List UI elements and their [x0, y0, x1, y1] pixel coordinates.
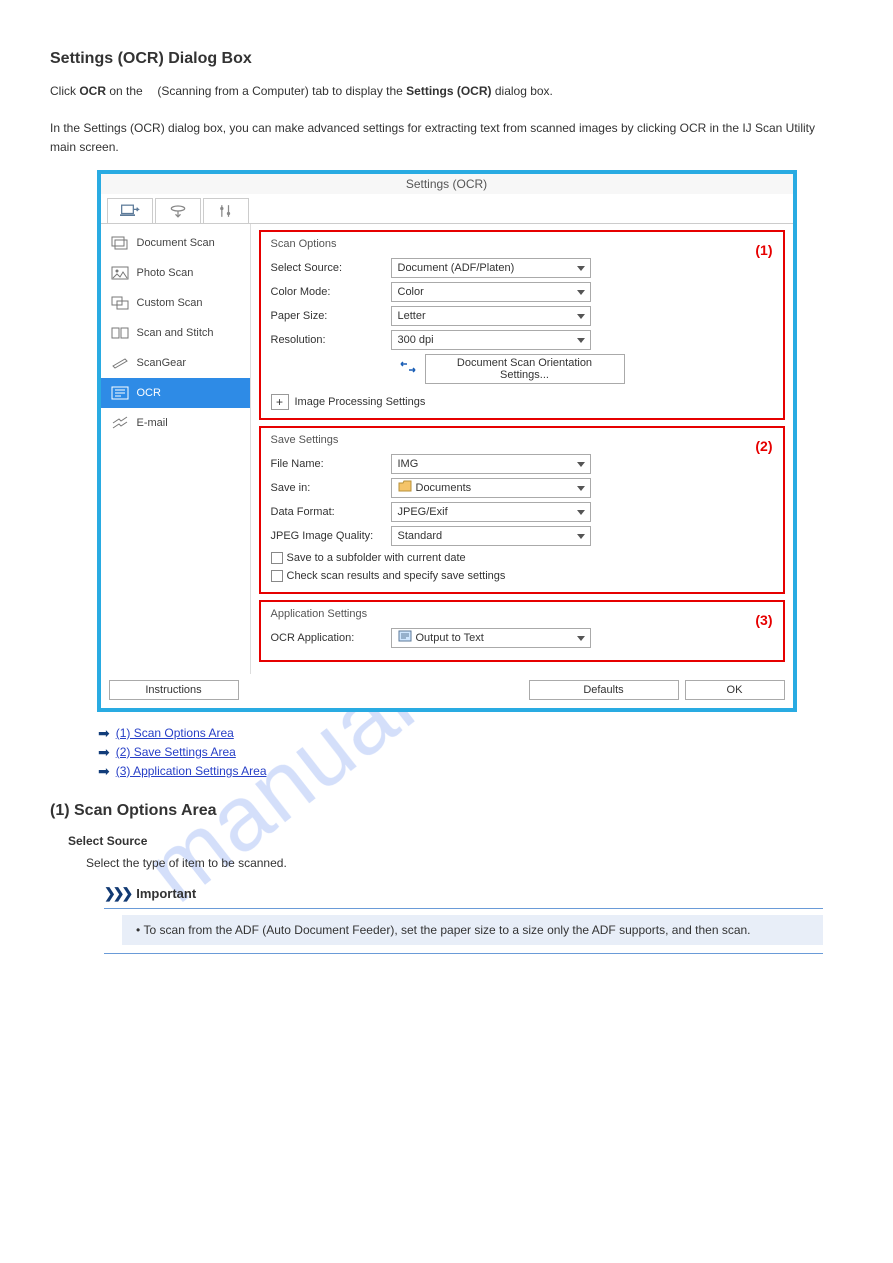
filename-combo[interactable]: IMG: [391, 454, 591, 474]
document-icon: [111, 236, 129, 250]
select-source-heading: Select Source: [68, 834, 843, 848]
intro-text-1a: Click OCR on the: [50, 82, 146, 101]
image-processing-label: Image Processing Settings: [295, 396, 426, 408]
important-note: • To scan from the ADF (Auto Document Fe…: [122, 915, 823, 945]
select-source-combo[interactable]: Document (ADF/Platen): [391, 258, 591, 278]
scan-options-legend: Scan Options: [271, 238, 773, 250]
ok-button[interactable]: OK: [685, 680, 785, 700]
section-links: ➡ (1) Scan Options Area ➡ (2) Save Setting…: [98, 726, 843, 778]
sidebar-item-label: E-mail: [137, 417, 168, 429]
ocr-application-combo[interactable]: Output to Text: [391, 628, 591, 648]
color-mode-label: Color Mode:: [271, 286, 391, 298]
text-app-icon: [398, 630, 412, 645]
sidebar-item-scangear[interactable]: ScanGear: [101, 348, 250, 378]
link-save-settings[interactable]: (2) Save Settings Area: [116, 745, 236, 759]
tab-scan-from-operation[interactable]: [155, 198, 201, 223]
ocr-application-label: OCR Application:: [271, 632, 391, 644]
instructions-button[interactable]: Instructions: [109, 680, 239, 700]
application-settings-legend: Application Settings: [271, 608, 773, 620]
scangear-icon: [111, 356, 129, 370]
paper-size-combo[interactable]: Letter: [391, 306, 591, 326]
sidebar-item-email[interactable]: E-mail: [101, 408, 250, 438]
intro-text-2: In the Settings (OCR) dialog box, you ca…: [50, 119, 843, 157]
section-heading-scan-options: (1) Scan Options Area: [50, 802, 843, 820]
check-results-checkbox[interactable]: [271, 570, 283, 582]
expand-image-processing[interactable]: +: [271, 394, 289, 410]
callout-1: (1): [755, 242, 772, 258]
save-settings-legend: Save Settings: [271, 434, 773, 446]
check-results-label: Check scan results and specify save sett…: [287, 570, 506, 582]
important-label: Important: [136, 886, 196, 901]
tab-general-settings[interactable]: [203, 198, 249, 223]
custom-icon: [111, 296, 129, 310]
dataformat-combo[interactable]: JPEG/Exif: [391, 502, 591, 522]
sidebar-item-label: Photo Scan: [137, 267, 194, 279]
savein-combo[interactable]: Documents: [391, 478, 591, 498]
sidebar-item-label: ScanGear: [137, 357, 187, 369]
jpeg-quality-label: JPEG Image Quality:: [271, 530, 391, 542]
sidebar-item-document-scan[interactable]: Document Scan: [101, 228, 250, 258]
stitch-icon: [111, 326, 129, 340]
scan-options-group: (1) Scan Options Select Source:Document …: [259, 230, 785, 420]
callout-3: (3): [755, 612, 772, 628]
link-application-settings[interactable]: (3) Application Settings Area: [116, 764, 267, 778]
sidebar-item-photo-scan[interactable]: Photo Scan: [101, 258, 250, 288]
sidebar-item-label: Scan and Stitch: [137, 327, 214, 339]
settings-dialog: Settings (OCR) Document Scan Photo Scan …: [97, 170, 797, 712]
save-settings-group: (2) Save Settings File Name:IMG Save in:…: [259, 426, 785, 594]
subfolder-checkbox[interactable]: [271, 552, 283, 564]
sidebar-item-ocr[interactable]: OCR: [101, 378, 250, 408]
sidebar-item-label: Document Scan: [137, 237, 215, 249]
divider: [104, 953, 823, 954]
defaults-button[interactable]: Defaults: [529, 680, 679, 700]
ocr-icon: [111, 386, 129, 400]
sidebar-item-label: Custom Scan: [137, 297, 203, 309]
select-source-text: Select the type of item to be scanned.: [86, 854, 843, 873]
paper-size-label: Paper Size:: [271, 310, 391, 322]
intro-text-1b: (Scanning from a Computer) tab to displa…: [154, 82, 843, 101]
sidebar: Document Scan Photo Scan Custom Scan Sca…: [101, 224, 251, 674]
sidebar-item-scan-stitch[interactable]: Scan and Stitch: [101, 318, 250, 348]
page-heading: Settings (OCR) Dialog Box: [50, 50, 843, 68]
photo-icon: [111, 266, 129, 280]
subfolder-label: Save to a subfolder with current date: [287, 552, 466, 564]
divider: [104, 908, 823, 909]
arrow-icon: ➡: [98, 726, 110, 740]
tab-scan-from-computer[interactable]: [107, 198, 153, 223]
link-scan-options[interactable]: (1) Scan Options Area: [116, 726, 234, 740]
tabs-row: [101, 194, 793, 224]
select-source-label: Select Source:: [271, 262, 391, 274]
savein-label: Save in:: [271, 482, 391, 494]
email-icon: [111, 416, 129, 430]
sidebar-item-label: OCR: [137, 387, 161, 399]
folder-icon: [398, 480, 412, 495]
important-chevron-icon: ❯❯❯: [104, 885, 130, 902]
jpeg-quality-combo[interactable]: Standard: [391, 526, 591, 546]
callout-2: (2): [755, 438, 772, 454]
dataformat-label: Data Format:: [271, 506, 391, 518]
application-settings-group: (3) Application Settings OCR Application…: [259, 600, 785, 662]
arrow-icon: ➡: [98, 745, 110, 759]
color-mode-combo[interactable]: Color: [391, 282, 591, 302]
orientation-settings-button[interactable]: Document Scan Orientation Settings...: [425, 354, 625, 384]
resolution-combo[interactable]: 300 dpi: [391, 330, 591, 350]
duplex-icon: [397, 360, 419, 377]
dialog-title: Settings (OCR): [101, 174, 793, 194]
arrow-icon: ➡: [98, 764, 110, 778]
filename-label: File Name:: [271, 458, 391, 470]
sidebar-item-custom-scan[interactable]: Custom Scan: [101, 288, 250, 318]
resolution-label: Resolution:: [271, 334, 391, 346]
